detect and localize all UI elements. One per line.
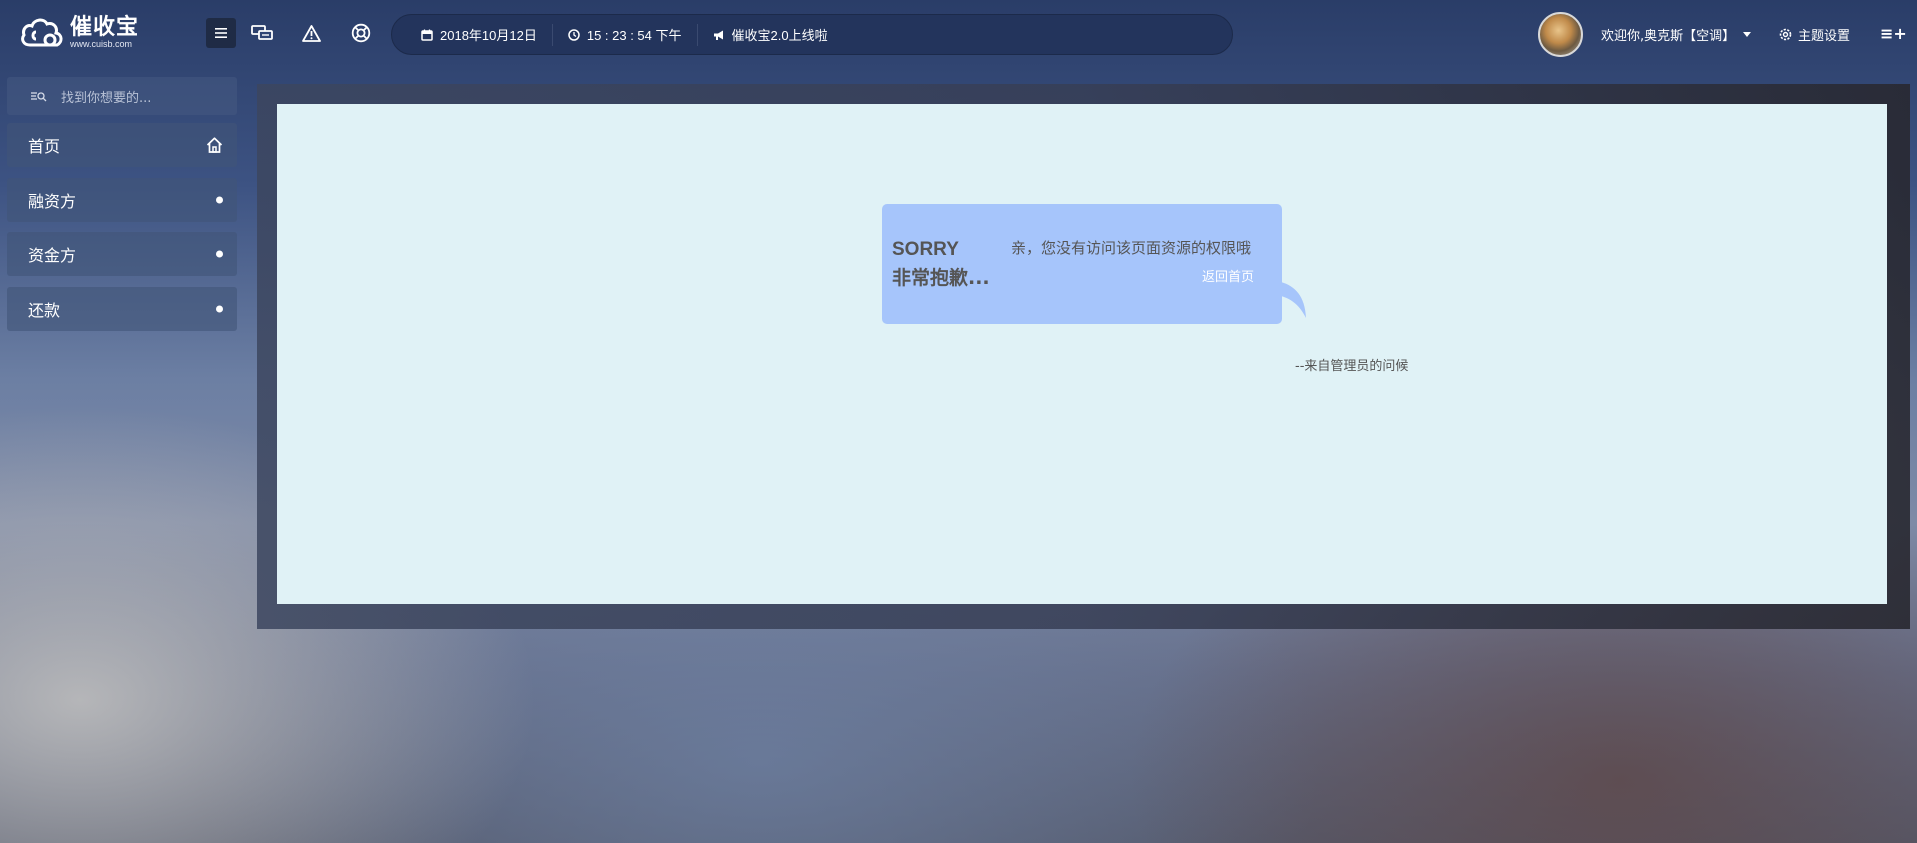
announcement-text: 催收宝2.0上线啦: [731, 28, 828, 43]
speech-bubble-tail: [1281, 282, 1306, 318]
alert-button[interactable]: [296, 18, 326, 48]
theme-settings-label: 主题设置: [1798, 29, 1851, 44]
back-home-link[interactable]: 返回首页: [1202, 266, 1254, 285]
message-icon: [251, 25, 273, 40]
sidebar-item-repayment[interactable]: 还款: [7, 287, 237, 331]
sidebar-item-label: 还款: [28, 301, 61, 320]
help-button[interactable]: [346, 18, 376, 48]
date-text: 2018年10月12日: [440, 28, 537, 43]
user-avatar[interactable]: [1538, 12, 1583, 57]
warning-icon: [301, 24, 321, 42]
logo[interactable]: 催收宝 www.cuisb.com: [20, 15, 139, 51]
home-icon: [206, 137, 223, 154]
sidebar-item-label: 首页: [28, 137, 61, 156]
brand-domain: www.cuisb.com: [70, 39, 133, 49]
chevron-down-icon: [1743, 32, 1752, 37]
menu-icon: [215, 28, 227, 38]
welcome-text: 欢迎你,奥克斯【空调】: [1601, 29, 1736, 44]
menu-toggle-button[interactable]: [206, 18, 236, 48]
message-button[interactable]: [247, 18, 277, 48]
theme-settings-button[interactable]: 主题设置: [1779, 25, 1850, 44]
brand-name: 催收宝: [70, 15, 140, 40]
megaphone-icon: [713, 29, 725, 41]
dot-icon: [216, 305, 223, 313]
info-bar: 2018年10月12日 15 : 23 : 54 下午 催收宝2.0上线啦: [391, 14, 1233, 55]
dot-icon: [216, 250, 223, 258]
calendar-icon: [421, 29, 433, 41]
sidebar-item-financier[interactable]: 融资方: [7, 178, 237, 222]
announcement[interactable]: 催收宝2.0上线啦: [696, 23, 843, 46]
dot-icon: [216, 196, 223, 204]
help-icon: [351, 23, 371, 43]
cloud-logo-icon: [21, 18, 63, 47]
search-icon: [31, 90, 47, 102]
apology-text: 非常抱歉...: [892, 267, 990, 289]
sidebar-item-home[interactable]: 首页: [7, 123, 237, 167]
user-menu[interactable]: 欢迎你,奥克斯【空调】: [1601, 25, 1752, 44]
time-text: 15 : 23 : 54 下午: [586, 28, 682, 43]
permission-message: 亲，您没有访问该页面资源的权限哦: [1011, 239, 1252, 257]
sidebar-item-label: 资金方: [28, 246, 77, 265]
sidebar-item-label: 融资方: [28, 192, 77, 211]
error-title: SORRY 非常抱歉...: [892, 235, 990, 293]
more-menu-icon[interactable]: ≡+: [1880, 24, 1907, 43]
sorry-text: SORRY: [892, 239, 959, 260]
search-placeholder: 找到你想要的...: [61, 90, 152, 106]
clock-icon: [568, 28, 580, 41]
sidebar-search[interactable]: 找到你想要的...: [7, 77, 237, 115]
sidebar-item-funder[interactable]: 资金方: [7, 232, 237, 276]
time-display: 15 : 23 : 54 下午: [551, 23, 697, 46]
content-panel: [277, 104, 1887, 604]
admin-signature: --来自管理员的问候: [1295, 359, 1409, 374]
gear-icon: [1779, 28, 1792, 41]
date-display: 2018年10月12日: [421, 24, 552, 46]
